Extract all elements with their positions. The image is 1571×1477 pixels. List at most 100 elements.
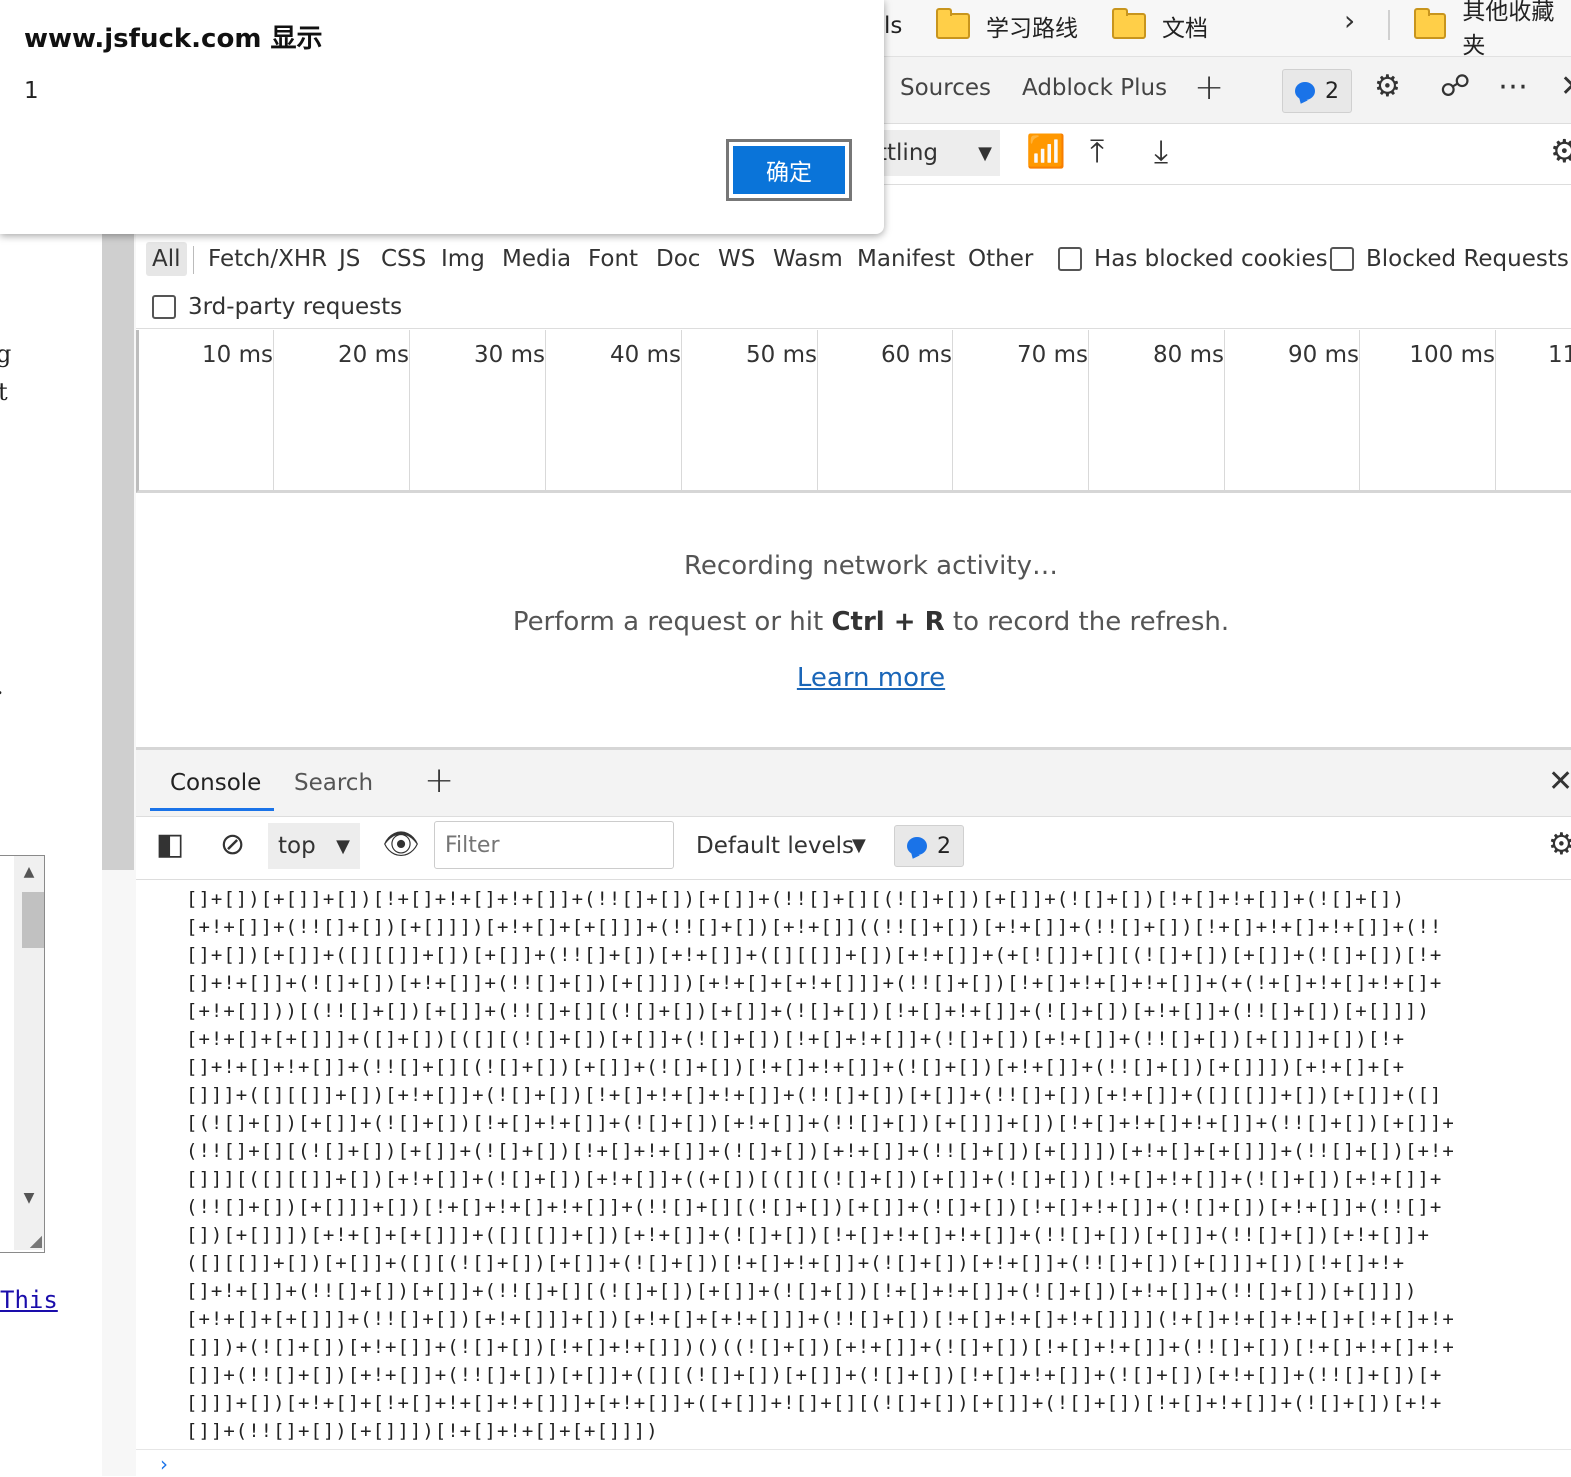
- checkbox-box[interactable]: [152, 295, 176, 319]
- folder-icon: [1414, 8, 1447, 39]
- scroll-up-arrow-icon[interactable]: ▲: [14, 864, 44, 880]
- blocked-requests-checkbox[interactable]: Blocked Requests: [1330, 242, 1569, 276]
- tab-console[interactable]: Console: [170, 770, 261, 796]
- checkbox-box[interactable]: [1058, 247, 1082, 271]
- log-levels-select[interactable]: Default levels: [696, 833, 854, 859]
- network-toolbar: ttling ▼ 📶 ⤒ ⤓ ⚙: [878, 124, 1571, 185]
- console-prompt[interactable]: ›: [136, 1449, 1571, 1477]
- page-text-fragment: .: [0, 672, 4, 700]
- chat-icon: [907, 837, 927, 855]
- network-overview-timeline[interactable]: 10 ms 20 ms 30 ms 40 ms 50 ms 60 ms 70 m…: [136, 330, 1571, 493]
- textarea-scrollbar[interactable]: ▲ ▼: [14, 856, 44, 1250]
- timeline-tick: 70 ms: [953, 330, 1089, 490]
- throttling-select[interactable]: ttling ▼: [878, 130, 1000, 176]
- resize-grip-icon[interactable]: ◢: [30, 1231, 42, 1250]
- checkbox-box[interactable]: [1330, 247, 1354, 271]
- more-options-icon[interactable]: ⋯: [1498, 69, 1528, 104]
- folder-icon: [1112, 8, 1146, 39]
- filter-manifest[interactable]: Manifest: [851, 242, 961, 276]
- scrollbar-thumb[interactable]: [22, 892, 44, 948]
- bookmark-partial[interactable]: ls: [884, 6, 902, 46]
- ok-button[interactable]: 确定: [726, 139, 852, 201]
- chevron-right-icon[interactable]: ›: [1344, 4, 1355, 37]
- export-har-icon[interactable]: ⤓: [1154, 132, 1168, 171]
- console-output-line: []+!+[]]+(!![]+[])[+[]]+(!![]+[][(![]+[]…: [186, 1280, 1418, 1302]
- sidebar-toggle-icon[interactable]: ◧: [156, 827, 184, 862]
- filter-css[interactable]: CSS: [375, 242, 432, 276]
- console-toolbar: ◧ ⊘ top ▼ 👁 Default levels ▼ 2 ⚙: [136, 817, 1571, 880]
- bookmark-folder[interactable]: 学习路线: [936, 6, 1078, 46]
- network-empty-state: Recording network activity… Perform a re…: [136, 493, 1571, 750]
- page-link[interactable]: This: [0, 1286, 58, 1314]
- page-scrollbar[interactable]: [102, 230, 134, 870]
- bookmark-folder[interactable]: 文档: [1112, 6, 1208, 46]
- filter-font[interactable]: Font: [582, 242, 644, 276]
- console-output-line: [+!+[]+[+[]]]+([]+[])[([][(![]+[])[+[]]+…: [186, 1028, 1406, 1050]
- gear-icon[interactable]: ⚙: [1374, 69, 1401, 104]
- divider: [193, 246, 194, 274]
- add-tab-icon[interactable]: +: [1194, 67, 1224, 108]
- add-drawer-tab-icon[interactable]: +: [424, 760, 454, 801]
- filter-other[interactable]: Other: [962, 242, 1039, 276]
- filter-fetch-xhr[interactable]: Fetch/XHR: [202, 242, 333, 276]
- third-party-requests-checkbox[interactable]: 3rd-party requests: [152, 290, 402, 324]
- timeline-tick: 20 ms: [274, 330, 410, 490]
- throttling-label: ttling: [878, 140, 938, 166]
- live-expression-eye-icon[interactable]: 👁: [382, 827, 420, 862]
- alert-message: 1: [24, 78, 39, 104]
- tab-adblock-plus[interactable]: Adblock Plus: [1022, 75, 1167, 101]
- close-drawer-icon[interactable]: ✕: [1548, 764, 1571, 799]
- tab-sources[interactable]: Sources: [900, 75, 991, 101]
- console-output-line: []])+(![]+[])[+!+[]]+(![]+[])[!+[]+!+[]]…: [186, 1336, 1455, 1358]
- checkbox-label: Has blocked cookies: [1094, 246, 1328, 272]
- console-filter-input[interactable]: [434, 821, 674, 869]
- timeline-tick: 100 ms: [1360, 330, 1496, 490]
- feedback-icon[interactable]: ☍: [1440, 69, 1470, 104]
- context-select[interactable]: top ▼: [268, 823, 360, 869]
- learn-more-anchor[interactable]: Learn more: [797, 663, 945, 693]
- tab-search[interactable]: Search: [294, 770, 373, 796]
- network-conditions-icon[interactable]: 📶: [1026, 132, 1066, 170]
- console-issues-badge[interactable]: 2: [894, 825, 964, 867]
- scroll-down-arrow-icon[interactable]: ▼: [14, 1190, 44, 1206]
- console-output[interactable]: []+[])[+[]]+[])[!+[]+!+[]+!+[]]+(!![]+[]…: [136, 880, 1571, 1448]
- console-settings-gear-icon[interactable]: ⚙: [1548, 827, 1571, 862]
- console-output-line: []+[])[+[]]+[])[!+[]+!+[]+!+[]]+(!![]+[]…: [186, 888, 1406, 910]
- checkbox-label: Blocked Requests: [1366, 246, 1569, 272]
- bookmark-folder-other[interactable]: 其他收藏夹: [1414, 0, 1571, 59]
- clear-console-icon[interactable]: ⊘: [220, 827, 245, 862]
- hint-shortcut: Ctrl + R: [831, 607, 945, 637]
- issues-count: 2: [937, 833, 951, 859]
- close-icon[interactable]: ✕: [1560, 69, 1571, 104]
- learn-more-link[interactable]: Learn more: [136, 663, 1571, 693]
- page-textarea[interactable]: ▲ ▼ ◢: [0, 855, 45, 1253]
- console-output-line: []]][([][[]]+[])[+!+[]]+(![]+[])[+!+[]]+…: [186, 1168, 1443, 1190]
- recording-title: Recording network activity…: [684, 551, 1058, 581]
- issues-badge[interactable]: 2: [1282, 69, 1352, 113]
- filter-img[interactable]: Img: [435, 242, 491, 276]
- import-har-icon[interactable]: ⤒: [1090, 132, 1104, 171]
- console-output-line: []+!+[]+!+[]]+(!![]+[][(![]+[])[+[]]+(![…: [186, 1056, 1406, 1078]
- timeline-tick: 30 ms: [410, 330, 546, 490]
- bookmark-label: 学习路线: [986, 16, 1078, 42]
- timeline-tick: 90 ms: [1225, 330, 1360, 490]
- chat-icon: [1295, 82, 1315, 100]
- filter-wasm[interactable]: Wasm: [767, 242, 849, 276]
- filter-js[interactable]: JS: [333, 242, 366, 276]
- recording-hint: Perform a request or hit Ctrl + R to rec…: [136, 607, 1571, 637]
- issues-count: 2: [1325, 78, 1339, 104]
- timeline-tick: 40 ms: [546, 330, 682, 490]
- filter-doc[interactable]: Doc: [650, 242, 706, 276]
- filter-media[interactable]: Media: [496, 242, 577, 276]
- hint-text: Perform a request or hit: [512, 607, 832, 637]
- network-settings-gear-icon[interactable]: ⚙: [1550, 132, 1571, 170]
- chevron-down-icon: ▼: [336, 835, 350, 857]
- active-tab-indicator: [150, 808, 274, 811]
- alert-dialog: www.jsfuck.com 显示 1 确定: [0, 0, 884, 234]
- timeline-tick: 10 ms: [139, 330, 274, 490]
- filter-all[interactable]: All: [146, 242, 187, 276]
- has-blocked-cookies-checkbox[interactable]: Has blocked cookies: [1058, 242, 1328, 276]
- filter-ws[interactable]: WS: [712, 242, 761, 276]
- chevron-down-icon[interactable]: ▼: [852, 835, 866, 856]
- console-output-line: (!![]+[][(![]+[])[+[]]+(![]+[])[!+[]+!+[…: [186, 1140, 1455, 1162]
